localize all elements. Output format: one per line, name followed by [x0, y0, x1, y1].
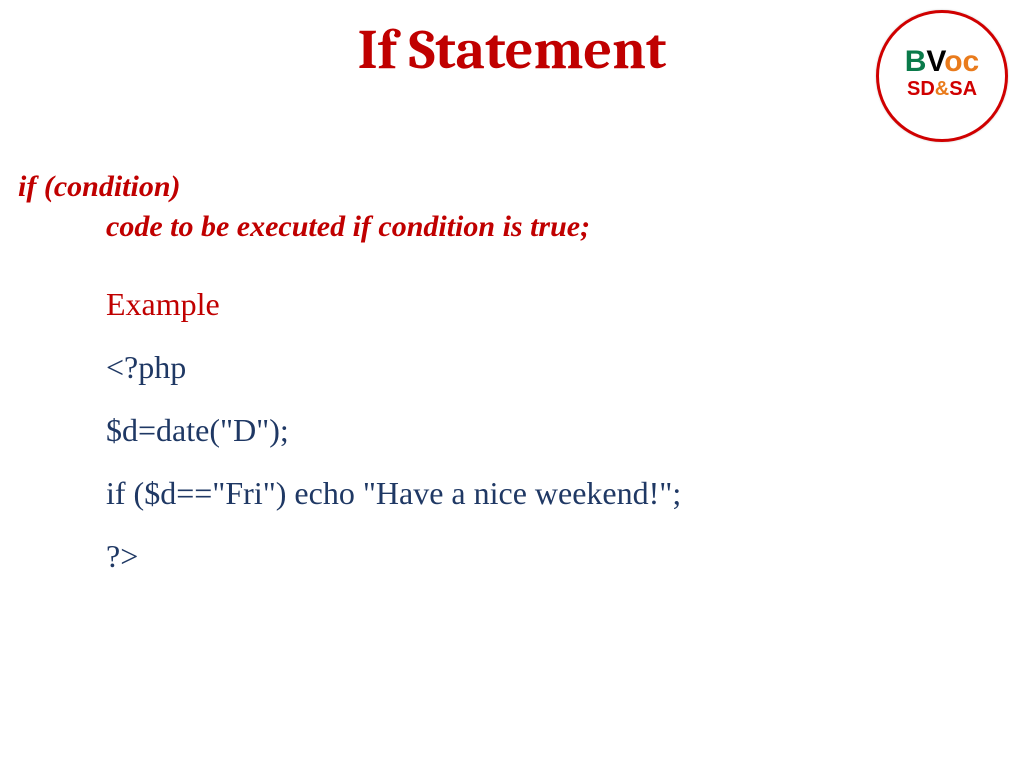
code-line: <?php — [106, 349, 1006, 386]
code-line: $d=date("D"); — [106, 412, 1006, 449]
logo-letter-v: V — [926, 45, 944, 78]
code-line: ?> — [106, 538, 1006, 575]
logo-top-text: BVoc — [905, 47, 979, 77]
syntax-line-2: code to be executed if condition is true… — [106, 210, 1006, 244]
code-line: if ($d=="Fri") echo "Have a nice weekend… — [106, 475, 1006, 512]
logo-sa: SA — [949, 78, 977, 100]
logo-circle: BVoc SD&SA — [876, 10, 1008, 142]
logo: BVoc SD&SA — [876, 10, 1006, 140]
logo-letters-oc: oc — [944, 45, 979, 78]
logo-amp: & — [935, 78, 949, 100]
slide-title: If Statement — [0, 18, 1024, 82]
slide-content: if (condition) code to be executed if co… — [18, 170, 1006, 601]
logo-letter-b: B — [905, 45, 927, 78]
logo-sub-text: SD&SA — [905, 79, 979, 99]
syntax-line-1: if (condition) — [18, 170, 1006, 204]
logo-sd: SD — [907, 78, 935, 100]
example-block: Example <?php $d=date("D"); if ($d=="Fri… — [106, 286, 1006, 575]
example-heading: Example — [106, 286, 1006, 323]
